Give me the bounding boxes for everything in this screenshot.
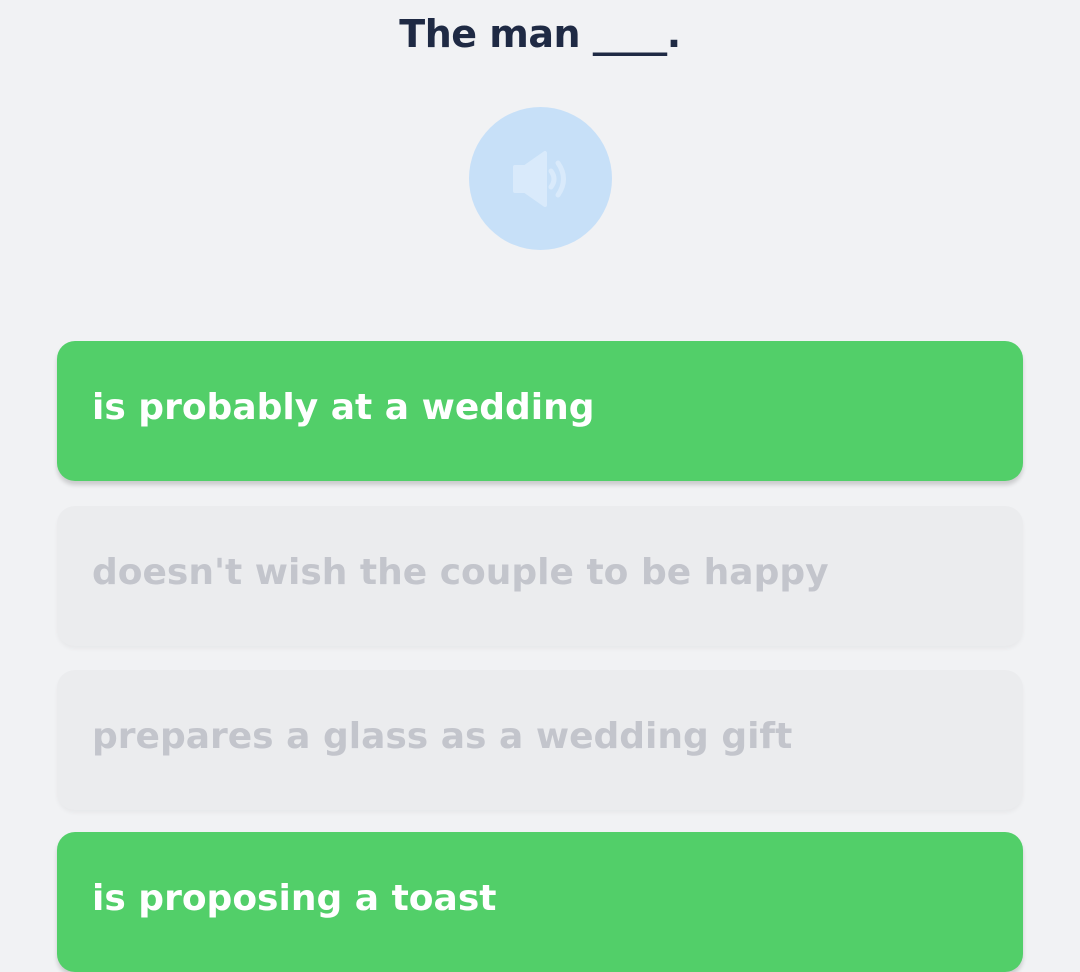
answer-option-2[interactable]: doesn't wish the couple to be happy (57, 506, 1023, 646)
answer-option-label: is probably at a wedding (92, 386, 595, 428)
answer-option-4[interactable]: is proposing a toast (57, 832, 1023, 972)
speaker-icon (512, 150, 566, 207)
question-text: The man ____. (399, 12, 681, 56)
answer-option-label: is proposing a toast (92, 877, 497, 919)
answer-option-1[interactable]: is probably at a wedding (57, 341, 1023, 481)
play-audio-button[interactable] (469, 107, 612, 250)
answer-option-label: doesn't wish the couple to be happy (92, 551, 829, 593)
answer-option-3[interactable]: prepares a glass as a wedding gift (57, 670, 1023, 810)
answer-option-label: prepares a glass as a wedding gift (92, 715, 793, 757)
